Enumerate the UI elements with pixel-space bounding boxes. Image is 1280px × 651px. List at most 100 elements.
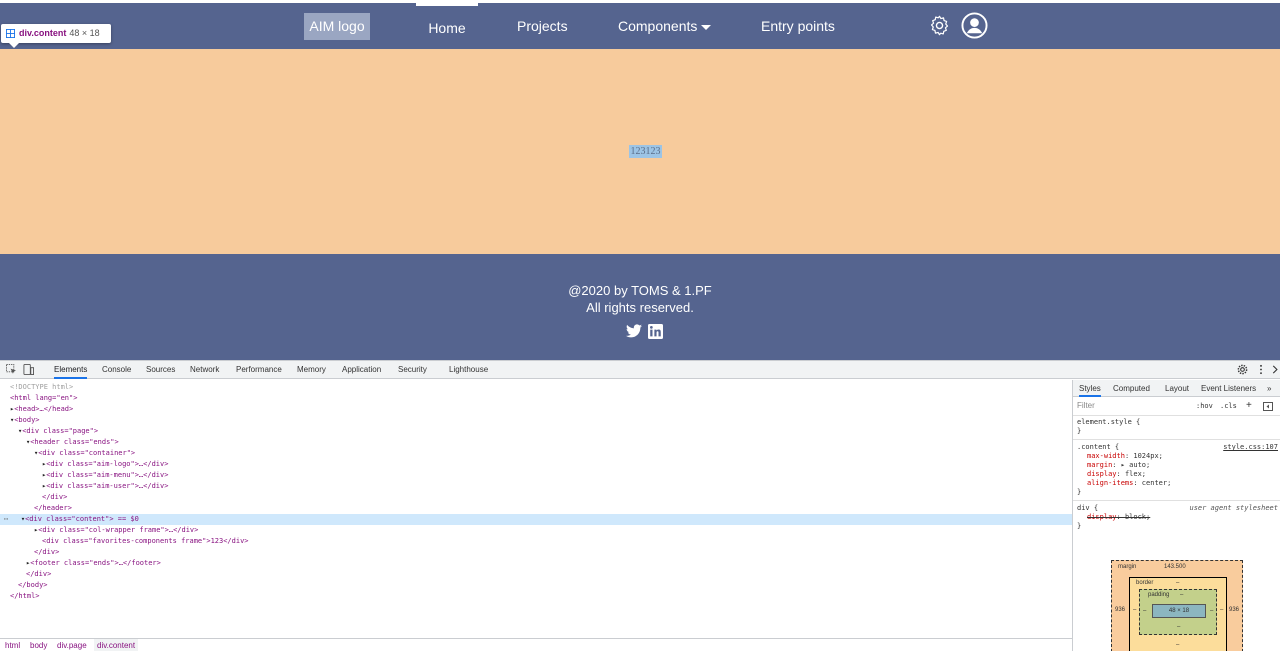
css-declaration[interactable]: max-width: 1024px; (1087, 452, 1163, 461)
box-model-content[interactable]: 48 × 18 (1152, 604, 1206, 618)
more-tabs-icon[interactable]: » (1267, 380, 1271, 397)
tab-console[interactable]: Console (102, 361, 131, 379)
nav-entry-points[interactable]: Entry points (761, 3, 835, 49)
tab-layout[interactable]: Layout (1165, 380, 1189, 397)
dom-line[interactable]: <div class="favorites-components frame">… (0, 536, 1072, 547)
dom-line[interactable]: </div> (0, 569, 1072, 580)
divider (1073, 439, 1280, 440)
tooltip-size: 48 × 18 (69, 28, 100, 38)
padding-right-value: – (1210, 608, 1214, 614)
content-rule-selector[interactable]: .content { (1077, 443, 1119, 452)
rule-close-brace: } (1077, 427, 1082, 435)
dom-line[interactable]: ▸<div class="aim-logo">…</div> (0, 459, 1072, 470)
dom-line[interactable]: </body> (0, 580, 1072, 591)
dom-node: </header> (34, 504, 72, 512)
dom-node: </div> (26, 570, 52, 578)
css-prop-name: display (1087, 470, 1117, 478)
linkedin-icon[interactable] (647, 324, 663, 339)
user-avatar-icon[interactable] (961, 12, 988, 39)
dom-line[interactable]: ▾<body> (0, 415, 1072, 426)
dom-node: <div class="page"> (22, 427, 99, 435)
tab-lighthouse[interactable]: Lighthouse (449, 361, 488, 379)
tab-performance[interactable]: Performance (236, 361, 282, 379)
tab-computed[interactable]: Computed (1113, 380, 1150, 397)
dom-line[interactable]: </html> (0, 591, 1072, 602)
css-declaration-overridden[interactable]: display: block; (1087, 513, 1150, 522)
dom-line[interactable]: ▸<footer class="ends">…</footer> (0, 558, 1072, 569)
tab-event-listeners[interactable]: Event Listeners (1201, 380, 1256, 397)
box-model-padding[interactable]: padding – – – – 48 × 18 (1139, 589, 1217, 635)
nav-components[interactable]: Components (618, 3, 712, 49)
tab-network[interactable]: Network (190, 361, 219, 379)
tab-styles[interactable]: Styles (1079, 380, 1101, 397)
dom-node: <div class="favorites-components frame">… (42, 537, 249, 545)
tab-elements[interactable]: Elements (54, 361, 88, 379)
ua-rule-selector[interactable]: div { (1077, 504, 1098, 513)
device-toolbar-icon[interactable] (23, 364, 34, 375)
dom-node: <html lang="en"> (10, 394, 78, 402)
twitter-icon[interactable] (626, 324, 642, 338)
gear-icon[interactable] (929, 15, 950, 36)
css-declaration[interactable]: margin: ▸ auto; (1087, 461, 1150, 470)
new-rule-button[interactable]: + (1246, 400, 1252, 411)
dom-line[interactable]: <html lang="en"> (0, 393, 1072, 404)
styles-tabs: Styles Computed Layout Event Listeners » (1073, 380, 1280, 397)
nav-home[interactable]: Home (416, 3, 478, 49)
dom-line[interactable]: ▸<div class="aim-user">…</div> (0, 481, 1072, 492)
tab-memory[interactable]: Memory (297, 361, 326, 379)
crumb-html[interactable]: html (5, 639, 20, 651)
dom-line-selected[interactable]: ⋯ ▾<div class="content"> == $0 (0, 514, 1072, 525)
css-prop-value: block; (1124, 513, 1151, 521)
box-model-margin[interactable]: margin 143.500 936 936 border – – – – pa… (1111, 560, 1243, 651)
kebab-menu-icon[interactable] (1257, 364, 1265, 375)
tab-application[interactable]: Application (342, 361, 381, 379)
caret-down-icon (701, 24, 712, 30)
dom-line[interactable]: ▾<div class="container"> (0, 448, 1072, 459)
margin-left-value: 936 (1115, 607, 1126, 613)
dom-line[interactable]: <!DOCTYPE html> (0, 382, 1072, 393)
css-declaration[interactable]: align-items: center; (1087, 479, 1171, 488)
dom-node: <header class="ends"> (30, 438, 119, 446)
nav-projects[interactable]: Projects (517, 3, 568, 49)
tab-sources[interactable]: Sources (146, 361, 175, 379)
elements-tree: <!DOCTYPE html> <html lang="en"> ▸<head>… (0, 380, 1072, 638)
cls-button[interactable]: .cls (1220, 402, 1237, 410)
box-model-border[interactable]: border – – – – padding – – – – 48 × 18 (1129, 577, 1227, 651)
aim-logo[interactable]: AIM logo (304, 13, 370, 40)
border-label: border (1136, 580, 1154, 586)
devtools-panel: Elements Console Sources Network Perform… (0, 360, 1280, 651)
devtools-settings-icon[interactable] (1237, 364, 1248, 375)
crumb-div-content[interactable]: div.content (94, 639, 139, 651)
rule-close-brace: } (1077, 488, 1082, 496)
dom-node: <head>…</head> (14, 405, 74, 413)
dom-line[interactable]: </div> (0, 492, 1072, 503)
inspect-tooltip: div.content 48 × 18 (1, 24, 111, 48)
dom-line[interactable]: </div> (0, 547, 1072, 558)
close-drawer-icon[interactable] (1272, 364, 1280, 375)
ellipsis-icon[interactable]: ⋯ (4, 515, 21, 523)
dom-node: <div class="col-wrapper frame">…</div> (38, 526, 199, 534)
margin-label: margin (1118, 564, 1137, 570)
dom-line[interactable]: ▾<div class="page"> (0, 426, 1072, 437)
content-rule-source-link[interactable]: style.css:107 (1223, 443, 1278, 451)
dom-line[interactable]: ▸<div class="col-wrapper frame">…</div> (0, 525, 1072, 536)
css-declaration[interactable]: display: flex; (1087, 470, 1146, 479)
toggle-sidebar-icon[interactable] (1263, 402, 1273, 411)
dom-line[interactable]: </header> (0, 503, 1072, 514)
dom-line[interactable]: ▸<div class="aim-menu">…</div> (0, 470, 1072, 481)
divider (1073, 415, 1280, 416)
tab-security[interactable]: Security (398, 361, 427, 379)
crumb-div-page[interactable]: div.page (57, 639, 87, 651)
dom-line[interactable]: ▾<header class="ends"> (0, 437, 1072, 448)
dom-line[interactable]: ▸<head>…</head> (0, 404, 1072, 415)
inspect-element-icon[interactable] (6, 364, 17, 375)
crumb-body[interactable]: body (30, 639, 47, 651)
grid-icon (6, 29, 15, 39)
footer-copyright: @2020 by TOMS & 1.PF (568, 283, 712, 298)
styles-filter-input[interactable]: Filter (1075, 400, 1189, 412)
border-left-value: – (1133, 607, 1137, 613)
element-style-rule[interactable]: element.style { (1077, 418, 1140, 427)
dom-node-selected: <div class="content"> == $0 (25, 515, 139, 523)
hov-button[interactable]: :hov (1196, 402, 1213, 410)
dom-node: </div> (42, 493, 68, 501)
